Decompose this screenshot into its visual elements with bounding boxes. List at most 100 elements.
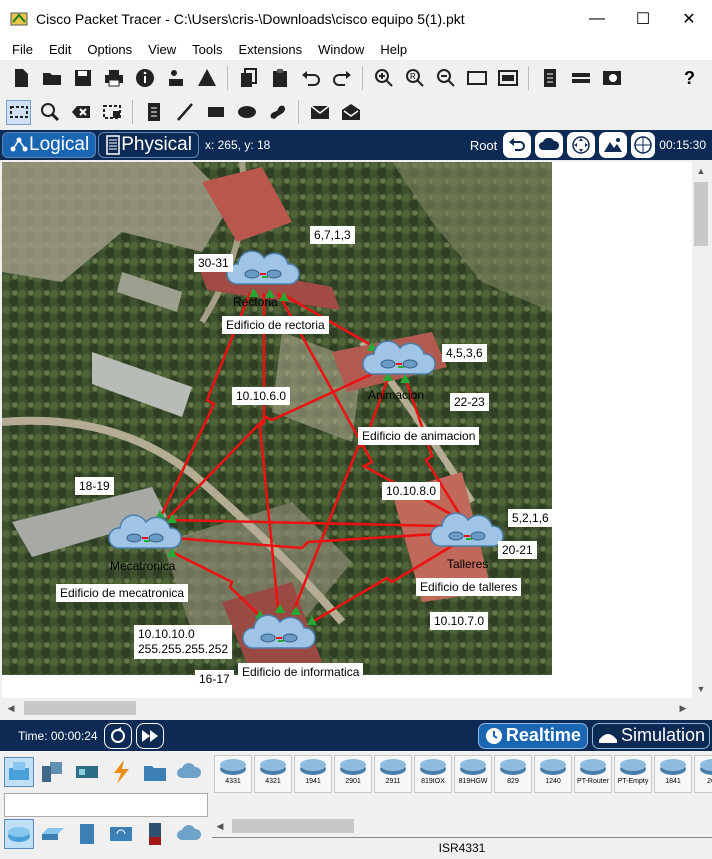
scroll-up-icon[interactable]: ▲ [692, 162, 710, 180]
scroll-right-icon[interactable]: ▶ [674, 698, 692, 718]
undo-icon[interactable] [298, 66, 323, 91]
note-label[interactable]: 10.10.8.0 [382, 482, 441, 500]
minimize-button[interactable]: — [574, 0, 620, 38]
place-note-icon[interactable] [141, 100, 166, 125]
note-label[interactable]: 30-31 [194, 254, 233, 272]
menu-window[interactable]: Window [310, 42, 372, 57]
note-label[interactable]: Edificio de talleres [416, 578, 522, 596]
network-devices-icon[interactable] [4, 757, 34, 787]
delete-tool-icon[interactable] [68, 100, 93, 125]
freeform-icon[interactable] [265, 100, 290, 125]
maximize-button[interactable]: ☐ [620, 0, 666, 38]
device-262[interactable]: 262 [694, 755, 712, 793]
menu-options[interactable]: Options [79, 42, 140, 57]
viewport-icon[interactable] [631, 132, 656, 158]
device-search-box[interactable] [4, 793, 208, 817]
zoom-out-icon[interactable] [433, 66, 458, 91]
redo-icon[interactable] [329, 66, 354, 91]
draw-ellipse-icon[interactable] [234, 100, 259, 125]
scroll-left-icon[interactable]: ◀ [2, 698, 20, 718]
activity-wizard-icon[interactable] [194, 66, 219, 91]
device-2911[interactable]: 2911 [374, 755, 412, 793]
new-file-icon[interactable] [8, 66, 33, 91]
wan-emulation-icon[interactable] [174, 819, 204, 849]
tab-logical[interactable]: Logical [2, 132, 97, 158]
switches-category-icon[interactable] [38, 819, 68, 849]
note-label[interactable]: 4,5,3,6 [442, 344, 487, 362]
open-folder-icon[interactable] [39, 66, 64, 91]
move-object-icon[interactable] [567, 132, 596, 158]
router-rectoria[interactable] [226, 250, 302, 294]
notes-icon[interactable] [537, 66, 562, 91]
router-talleres[interactable] [430, 512, 506, 556]
note-label[interactable]: 5,2,1,6 [508, 509, 553, 527]
back-icon[interactable] [503, 132, 532, 158]
simulation-mode-button[interactable]: Simulation [591, 722, 710, 749]
resize-tool-icon[interactable] [99, 100, 124, 125]
image-icon[interactable] [599, 66, 624, 91]
logical-workspace[interactable]: Rectoria Animacion Mecatronica Talleres … [2, 162, 692, 698]
router-mecatronica[interactable] [108, 514, 184, 558]
add-complex-pdu-icon[interactable] [338, 100, 363, 125]
add-simple-pdu-icon[interactable] [307, 100, 332, 125]
multiuser-icon[interactable] [174, 757, 204, 787]
end-devices-icon[interactable] [38, 757, 68, 787]
menu-edit[interactable]: Edit [41, 42, 79, 57]
zoom-reset-icon[interactable]: R [402, 66, 427, 91]
network-info-icon[interactable] [163, 66, 188, 91]
hubs-category-icon[interactable] [72, 819, 102, 849]
device-list-scrollbar[interactable]: ◀ [212, 817, 712, 835]
note-label[interactable]: 18-19 [75, 477, 114, 495]
device-pt-router[interactable]: PT-Router [574, 755, 612, 793]
zoom-in-icon[interactable] [371, 66, 396, 91]
note-label[interactable]: Edificio de rectoria [222, 316, 329, 334]
paste-icon[interactable] [267, 66, 292, 91]
tab-physical[interactable]: Physical [98, 132, 199, 158]
save-icon[interactable] [70, 66, 95, 91]
note-label[interactable]: 6,7,1,3 [310, 226, 355, 244]
security-category-icon[interactable] [140, 819, 170, 849]
drawing-palette-icon[interactable] [464, 66, 489, 91]
note-label[interactable]: Edificio de mecatronica [56, 584, 189, 602]
note-label[interactable]: 10.10.7.0 [430, 612, 489, 630]
miscellaneous-icon[interactable] [140, 757, 170, 787]
menu-help[interactable]: Help [372, 42, 415, 57]
draw-rectangle-icon[interactable] [203, 100, 228, 125]
close-button[interactable]: ✕ [666, 0, 712, 38]
device-scroll-thumb[interactable] [232, 819, 354, 833]
note-label[interactable]: 10.10.6.0 [232, 387, 291, 405]
realtime-mode-button[interactable]: Realtime [477, 722, 588, 749]
router-informatica[interactable] [242, 614, 318, 658]
device-829[interactable]: 829 [494, 755, 532, 793]
menu-view[interactable]: View [140, 42, 184, 57]
new-cluster-icon[interactable] [535, 132, 564, 158]
note-label[interactable]: 22-23 [450, 393, 489, 411]
menu-file[interactable]: File [4, 42, 41, 57]
info-icon[interactable] [132, 66, 157, 91]
help-icon[interactable]: ? [677, 66, 702, 91]
scroll-left-icon[interactable]: ◀ [212, 817, 228, 835]
device-2901[interactable]: 2901 [334, 755, 372, 793]
select-tool-icon[interactable] [6, 99, 31, 125]
menu-extensions[interactable]: Extensions [230, 42, 310, 57]
note-label[interactable]: Edificio de informatica [238, 663, 364, 681]
device-819iox[interactable]: 819IOX [414, 755, 452, 793]
device-pt-empty[interactable]: PT-Empty [614, 755, 652, 793]
note-label[interactable]: 16-17 [195, 670, 234, 688]
device-1841[interactable]: 1841 [654, 755, 692, 793]
reset-time-icon[interactable] [103, 722, 132, 749]
custom-device-icon[interactable] [495, 66, 520, 91]
note-label[interactable]: 10.10.10.0 255.255.255.252 [134, 625, 233, 659]
note-label[interactable]: 20-21 [498, 541, 537, 559]
fast-forward-icon[interactable] [135, 722, 164, 749]
connections-icon[interactable] [106, 757, 136, 787]
device-1240[interactable]: 1240 [534, 755, 572, 793]
note-label[interactable]: Edificio de animacion [358, 427, 480, 445]
draw-line-icon[interactable] [172, 100, 197, 125]
wireless-category-icon[interactable] [106, 819, 136, 849]
vertical-scrollbar[interactable]: ▲ ▼ [692, 162, 710, 698]
routers-category-icon[interactable] [4, 819, 34, 849]
cluster-icon[interactable] [568, 66, 593, 91]
copy-icon[interactable] [236, 66, 261, 91]
horizontal-scrollbar[interactable]: ◀ ▶ [2, 698, 692, 718]
